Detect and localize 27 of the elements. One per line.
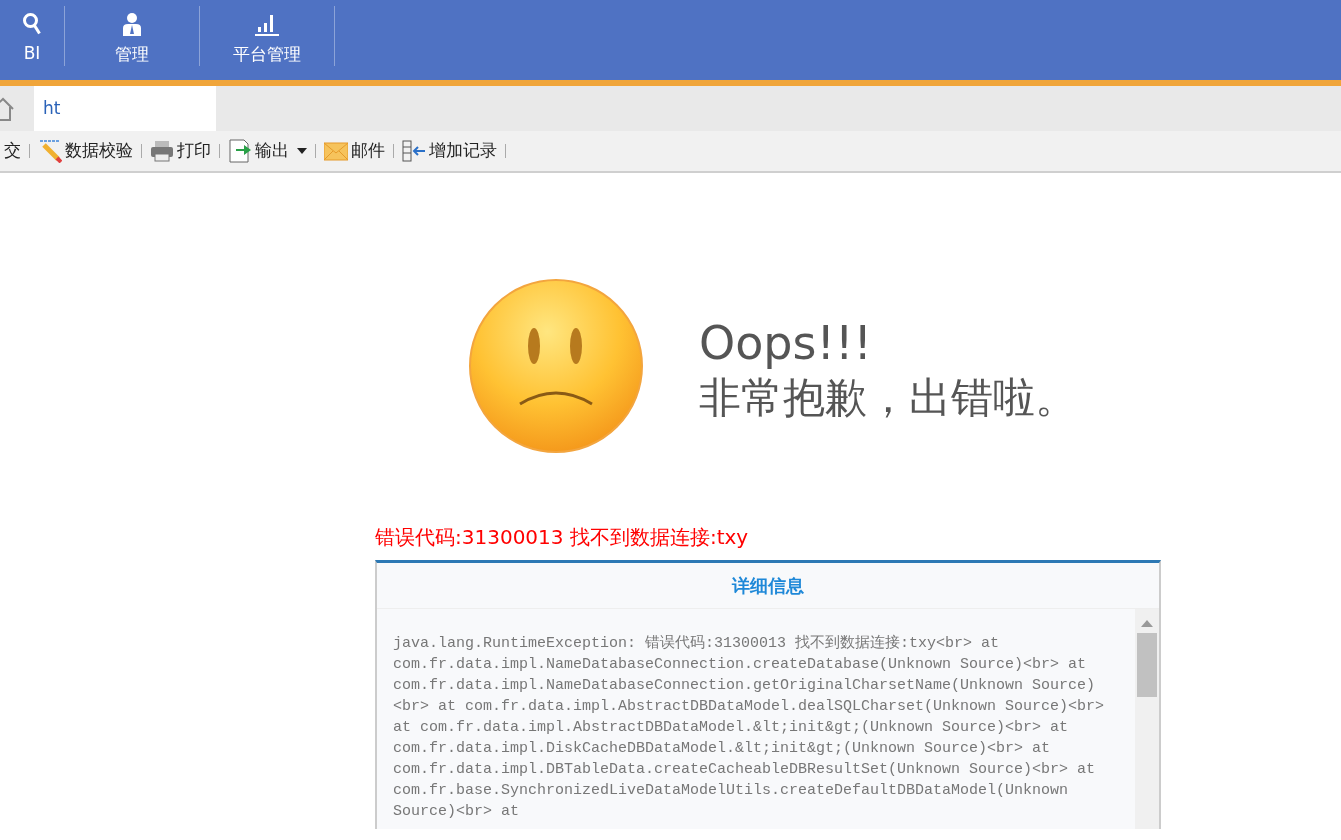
toolbar-button[interactable]: 交 <box>0 131 25 171</box>
error-code: 错误代码:31300013 找不到数据连接:txy <box>375 524 750 551</box>
export-icon <box>228 139 252 163</box>
details-title: 详细信息 <box>732 574 804 598</box>
scroll-thumb[interactable] <box>1137 633 1157 697</box>
error-message: 非常抱歉，出错啦。 <box>699 372 1077 425</box>
add-row-icon <box>402 139 426 163</box>
bar-chart-icon <box>255 12 279 37</box>
error-title: Oops!!! <box>699 316 873 372</box>
mail-icon <box>324 139 348 163</box>
tab[interactable]: ht <box>34 86 216 131</box>
toolbar-button[interactable]: 打印 <box>146 131 215 171</box>
toolbar-button[interactable]: 数据校验 <box>34 131 137 171</box>
search-icon <box>23 13 41 36</box>
printer-icon <box>150 139 174 163</box>
toolbar-button[interactable]: 增加记录 <box>398 131 501 171</box>
toolbar-button[interactable]: 邮件 <box>320 131 389 171</box>
nav-item[interactable]: 管理 <box>65 0 199 80</box>
nav-item[interactable]: 平台管理 <box>200 0 334 80</box>
scroll-up-icon[interactable] <box>1141 619 1153 627</box>
stack-trace: java.lang.RuntimeException: 错误代码:31300013 找不到数据连接:txy<br> at com.fr.data.impl.NameDatabaseConnection.createDatabase(Unknown Source)<br> at com.fr.data.impl.NameDatabaseConnection.getOriginalCharsetName(Unknown Source) <br> at com.fr.data.impl.AbstractDBDataModel.dealSQLCharset(Unknown Source)<br> at com.fr.data.impl.AbstractDBDataModel.&lt;init&gt;(Unknown Source)<br> at com.fr.data.impl.DiskCacheDBDataModel.&lt;init&gt;(Unknown Source)<br> at com.fr.data.impl.DBTableData.createCacheableDBResultSet(Unknown Source)<br> at com.fr.base.SynchronizedLiveDataModelUtils.createDefaultDBDataModel(Unknown Source)<br> at <box>392 633 1106 822</box>
home-icon[interactable] <box>0 96 14 121</box>
person-icon <box>120 12 144 37</box>
toolbar-button[interactable]: 输出 <box>224 131 311 171</box>
scrollbar[interactable] <box>1135 609 1159 829</box>
nav-item[interactable]: BI <box>0 0 64 80</box>
pencil-icon <box>38 139 62 163</box>
